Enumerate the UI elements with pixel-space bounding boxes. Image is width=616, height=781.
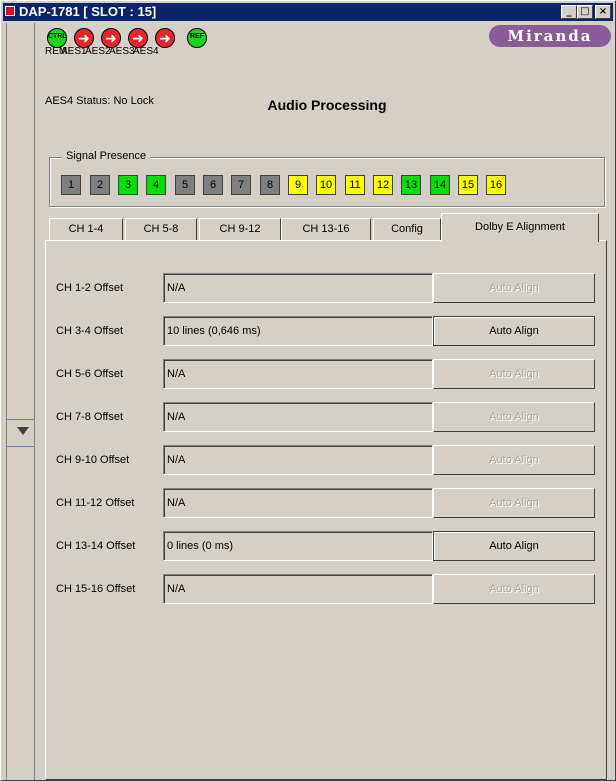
signal-channel-box: 14 [430, 175, 450, 195]
signal-channel-box: 13 [401, 175, 421, 195]
signal-channel-box: 7 [231, 175, 251, 195]
signal-channel-box: 10 [316, 175, 336, 195]
status-icon-text: CTRL [48, 33, 67, 40]
arrow-icon: ➜ [132, 30, 144, 46]
title-bar[interactable]: DAP-1781 [ SLOT : 15] _ □ × [3, 3, 613, 21]
signal-channel-box: 15 [458, 175, 478, 195]
status-icons: CTRL REM ➜ AES1 ➜ AES2 ➜ AES3 ➜ AES4 REF [45, 25, 347, 57]
tab-dolby-e-alignment[interactable]: Dolby E Alignment [441, 213, 599, 242]
signal-channel-box: 2 [90, 175, 110, 195]
window-title: DAP-1781 [ SLOT : 15] [19, 4, 157, 19]
status-icon-label: AES3 [109, 46, 135, 57]
tab-ch-13-16[interactable]: CH 13-16 [281, 218, 371, 240]
aes4-icon: ➜ [155, 28, 175, 48]
offset-label: CH 11-12 Offset [56, 497, 135, 509]
auto-align-button[interactable]: Auto Align [433, 402, 595, 432]
device-window: DAP-1781 [ SLOT : 15] _ □ × CTRL REM ➜ AES1… [0, 0, 616, 781]
aes3-icon: ➜ [128, 28, 148, 48]
offset-value-field: N/A [163, 359, 433, 389]
offset-value-field: N/A [163, 402, 433, 432]
collapse-arrow-icon[interactable] [17, 427, 29, 435]
offset-label: CH 5-6 Offset [56, 368, 124, 380]
minimize-button[interactable]: _ [561, 5, 577, 19]
offset-label: CH 9-10 Offset [56, 454, 130, 466]
strip-divider [6, 23, 7, 780]
status-icon-label: AES1 [61, 46, 87, 57]
auto-align-button[interactable]: Auto Align [433, 574, 595, 604]
signal-channel-box: 16 [486, 175, 506, 195]
page-title: Audio Processing [267, 97, 387, 113]
signal-channel-box: 12 [373, 175, 393, 195]
signal-channel-box: 9 [288, 175, 308, 195]
offset-label: CH 15-16 Offset [56, 583, 136, 595]
strip-divider [34, 23, 35, 780]
offset-label: CH 13-14 Offset [56, 540, 136, 552]
status-icon-text: REF [190, 33, 204, 40]
aes1-icon: ➜ [74, 28, 94, 48]
auto-align-button[interactable]: Auto Align [433, 316, 595, 346]
offset-value-field: 10 lines (0,646 ms) [163, 316, 433, 346]
auto-align-button[interactable]: Auto Align [433, 273, 595, 303]
miranda-logo: Miranda [489, 25, 611, 47]
signal-channel-box: 8 [260, 175, 280, 195]
signal-channel-box: 3 [118, 175, 138, 195]
ref-icon: REF [187, 28, 207, 48]
ctrl-icon: CTRL [47, 28, 67, 48]
tab-ch-1-4[interactable]: CH 1-4 [49, 218, 123, 240]
signal-presence-group: Signal Presence 1 2 3 4 5 6 7 8 9 10 11 12 13 14 15 16 [49, 150, 605, 207]
maximize-button[interactable]: □ [577, 5, 593, 19]
signal-presence-legend: Signal Presence [62, 150, 151, 162]
offset-value-field: N/A [163, 488, 433, 518]
signal-channel-box: 5 [175, 175, 195, 195]
signal-channel-box: 4 [146, 175, 166, 195]
tab-config[interactable]: Config [373, 218, 441, 240]
close-button[interactable]: × [595, 5, 611, 19]
auto-align-button[interactable]: Auto Align [433, 488, 595, 518]
offset-value-field: N/A [163, 273, 433, 303]
offset-value-field: 0 lines (0 ms) [163, 531, 433, 561]
offset-label: CH 7-8 Offset [56, 411, 124, 423]
offset-value-field: N/A [163, 574, 433, 604]
aes2-icon: ➜ [101, 28, 121, 48]
auto-align-button[interactable]: Auto Align [433, 445, 595, 475]
status-icon-label: AES4 [133, 46, 159, 57]
tab-ch-5-8[interactable]: CH 5-8 [125, 218, 197, 240]
signal-channel-box: 6 [203, 175, 223, 195]
status-icon-label: AES2 [85, 46, 111, 57]
arrow-icon: ➜ [159, 30, 171, 46]
offset-label: CH 1-2 Offset [56, 282, 124, 294]
signal-channel-box: 1 [61, 175, 81, 195]
device-icon [5, 6, 15, 16]
tab-ch-9-12[interactable]: CH 9-12 [199, 218, 281, 240]
signal-channel-box: 11 [345, 175, 365, 195]
auto-align-button[interactable]: Auto Align [433, 359, 595, 389]
arrow-icon: ➜ [78, 30, 90, 46]
offset-label: CH 3-4 Offset [56, 325, 124, 337]
auto-align-button[interactable]: Auto Align [433, 531, 595, 561]
offset-value-field: N/A [163, 445, 433, 475]
left-strip [1, 23, 35, 780]
arrow-icon: ➜ [105, 30, 117, 46]
